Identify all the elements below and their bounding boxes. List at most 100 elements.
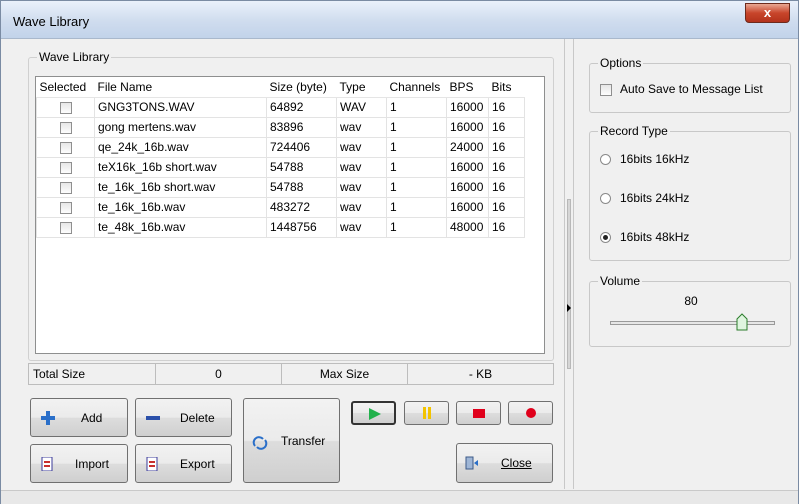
transfer-button[interactable]: Transfer (243, 398, 340, 483)
column-header-channels[interactable]: Channels (386, 77, 447, 98)
bps-cell: 16000 (446, 156, 489, 178)
channels-cell: 1 (386, 156, 447, 178)
table-row[interactable]: te_16k_16b.wav 483272 wav 1 16000 16 (36, 196, 525, 218)
size-cell: 483272 (266, 196, 337, 218)
max-size-label: Max Size (282, 364, 408, 384)
close-button[interactable]: Close (456, 443, 553, 483)
channels-cell: 1 (386, 216, 447, 238)
chevron-right-icon[interactable] (566, 304, 572, 312)
max-size-value: - KB (468, 367, 493, 381)
size-status-bar: Total Size 0 Max Size - KB (28, 363, 554, 385)
import-icon (41, 457, 53, 471)
auto-save-checkbox[interactable] (600, 84, 612, 96)
add-button-label: Add (81, 410, 103, 425)
type-cell: wav (336, 156, 387, 178)
export-icon (146, 457, 158, 471)
bps-cell: 48000 (446, 216, 489, 238)
radio-16bits-24khz[interactable] (600, 193, 611, 204)
record-icon (526, 408, 536, 418)
wave-library-group-label: Wave Library (37, 50, 112, 64)
selected-checkbox-cell (36, 156, 95, 178)
bps-cell: 24000 (446, 136, 489, 158)
column-header-type[interactable]: Type (336, 77, 387, 98)
selected-checkbox-cell (36, 136, 95, 158)
volume-slider-track[interactable] (610, 321, 775, 325)
file-name-cell: gong mertens.wav (94, 116, 267, 138)
window-close-button[interactable]: x (745, 3, 790, 23)
row-select-checkbox[interactable] (59, 181, 72, 194)
volume-value: 80 (684, 294, 698, 308)
selected-checkbox-cell (36, 176, 95, 198)
play-icon (369, 408, 381, 420)
column-header-selected[interactable]: Selected (36, 77, 95, 98)
size-cell: 83896 (266, 116, 337, 138)
size-cell: 1448756 (266, 216, 337, 238)
volume-slider-thumb[interactable] (736, 313, 748, 331)
bottom-status-strip (1, 490, 798, 504)
bps-cell: 16000 (446, 176, 489, 198)
row-select-checkbox[interactable] (59, 121, 72, 134)
volume-group: Volume 80 (589, 274, 791, 347)
play-button[interactable] (351, 401, 396, 425)
channels-cell: 1 (386, 116, 447, 138)
list-header-row: Selected File Name Size (byte) Type Chan… (36, 77, 525, 98)
type-cell: wav (336, 116, 387, 138)
splitter-grip[interactable] (567, 199, 571, 369)
row-select-checkbox[interactable] (59, 221, 72, 234)
stop-icon (473, 409, 485, 418)
export-button[interactable]: Export (135, 444, 232, 483)
row-select-checkbox[interactable] (59, 141, 72, 154)
bits-cell: 16 (488, 116, 525, 138)
wave-table: Selected File Name Size (byte) Type Chan… (36, 77, 525, 238)
column-header-file-name[interactable]: File Name (94, 77, 267, 98)
row-select-checkbox[interactable] (59, 161, 72, 174)
pause-icon (423, 407, 431, 419)
add-button[interactable]: Add (30, 398, 128, 437)
type-cell: wav (336, 196, 387, 218)
bits-cell: 16 (488, 96, 525, 118)
plus-icon (41, 411, 55, 425)
table-row[interactable]: qe_24k_16b.wav 724406 wav 1 24000 16 (36, 136, 525, 158)
pane-splitter[interactable] (564, 39, 574, 489)
options-group: Options Auto Save to Message List (589, 56, 791, 113)
window-title: Wave Library (13, 14, 90, 29)
file-name-cell: GNG3TONS.WAV (94, 96, 267, 118)
table-row[interactable]: teX16k_16b short.wav 54788 wav 1 16000 16 (36, 156, 525, 178)
import-button-label: Import (75, 456, 110, 471)
export-button-label: Export (180, 456, 215, 471)
radio-16bits-48khz-label: 16bits 48kHz (620, 230, 690, 244)
bits-cell: 16 (488, 136, 525, 158)
transfer-icon (252, 436, 268, 450)
table-row[interactable]: te_48k_16b.wav 1448756 wav 1 48000 16 (36, 216, 525, 238)
radio-16bits-16khz[interactable] (600, 154, 611, 165)
pause-button[interactable] (404, 401, 449, 425)
column-header-size[interactable]: Size (byte) (266, 77, 337, 98)
bits-cell: 16 (488, 216, 525, 238)
column-header-bps[interactable]: BPS (446, 77, 489, 98)
radio-16bits-16khz-label: 16bits 16kHz (620, 152, 690, 166)
size-cell: 64892 (266, 96, 337, 118)
record-button[interactable] (508, 401, 553, 425)
table-row[interactable]: te_16k_16b short.wav 54788 wav 1 16000 16 (36, 176, 525, 198)
record-type-group-label: Record Type (598, 124, 670, 138)
radio-16bits-48khz[interactable] (600, 232, 611, 243)
bps-cell: 16000 (446, 96, 489, 118)
column-header-bits[interactable]: Bits (488, 77, 525, 98)
import-button[interactable]: Import (30, 444, 128, 483)
slider-thumb-icon (736, 313, 748, 331)
stop-button[interactable] (456, 401, 501, 425)
delete-button[interactable]: Delete (135, 398, 232, 437)
row-select-checkbox[interactable] (59, 201, 72, 214)
bits-cell: 16 (488, 156, 525, 178)
wave-file-list[interactable]: Selected File Name Size (byte) Type Chan… (35, 76, 545, 354)
row-select-checkbox[interactable] (59, 101, 72, 114)
title-bar[interactable]: Wave Library x (1, 1, 798, 39)
type-cell: wav (336, 176, 387, 198)
table-row[interactable]: gong mertens.wav 83896 wav 1 16000 16 (36, 116, 525, 138)
size-cell: 54788 (266, 156, 337, 178)
radio-16bits-24khz-label: 16bits 24kHz (620, 191, 690, 205)
file-name-cell: te_16k_16b short.wav (94, 176, 267, 198)
table-row[interactable]: GNG3TONS.WAV 64892 WAV 1 16000 16 (36, 96, 525, 118)
transfer-button-label: Transfer (281, 433, 326, 448)
size-cell: 724406 (266, 136, 337, 158)
